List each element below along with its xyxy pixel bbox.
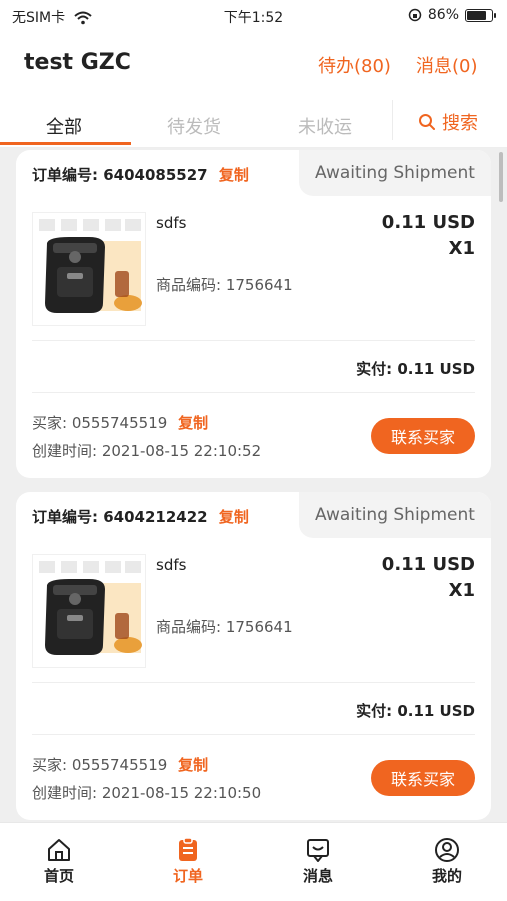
tab-not-received[interactable]: 未收运	[298, 113, 352, 139]
product-image[interactable]	[32, 554, 146, 668]
tab-all[interactable]: 全部	[46, 113, 82, 139]
tab-active-indicator	[0, 142, 131, 145]
search-icon	[419, 114, 435, 130]
copy-buyer-button[interactable]: 复制	[178, 414, 208, 432]
bottom-nav: 首页 订单 消息 我的	[0, 822, 507, 901]
buyer-info: 买家: 0555745519 复制	[32, 412, 208, 433]
search-label: 搜索	[442, 113, 478, 134]
product-quantity: X1	[448, 580, 475, 601]
order-number-value: 6404085527	[103, 166, 208, 184]
buyer-label: 买家:	[32, 756, 68, 774]
product-name: sdfs	[156, 556, 187, 574]
order-number-label: 订单编号:	[32, 508, 98, 526]
order-icon	[179, 837, 197, 861]
tab-awaiting-shipment[interactable]: 待发货	[167, 113, 221, 139]
product-code: 商品编码: 1756641	[156, 618, 293, 636]
paid-amount: 实付: 0.11 USD	[356, 358, 475, 379]
buyer-id: 0555745519	[71, 756, 168, 774]
created-time: 创建时间: 2021-08-15 22:10:52	[32, 442, 262, 460]
messages-button[interactable]: 消息(0)	[416, 52, 478, 78]
order-number: 订单编号: 6404212422 复制	[32, 506, 249, 527]
copy-order-button[interactable]: 复制	[219, 508, 249, 526]
status-right: 86%	[408, 7, 496, 23]
nav-messages[interactable]: 消息	[283, 837, 353, 886]
product-price: 0.11 USD	[381, 212, 475, 233]
divider	[32, 340, 475, 341]
divider	[32, 734, 475, 735]
contact-buyer-button[interactable]: 联系买家	[371, 760, 475, 796]
air-fryer-image	[33, 213, 145, 325]
status-badge: Awaiting Shipment	[299, 492, 491, 538]
page-title: test GZC	[24, 50, 131, 75]
copy-order-button[interactable]: 复制	[219, 166, 249, 184]
paid-value: 0.11 USD	[397, 360, 475, 378]
order-list[interactable]: 订单编号: 6404085527 复制 Awaiting Shipment sd…	[0, 148, 507, 822]
paid-label: 实付:	[356, 702, 393, 720]
app-header: test GZC 待办(80) 消息(0)	[0, 30, 507, 95]
buyer-label: 买家:	[32, 414, 68, 432]
product-image[interactable]	[32, 212, 146, 326]
nav-orders-label: 订单	[172, 867, 203, 885]
paid-label: 实付:	[356, 360, 393, 378]
paid-value: 0.11 USD	[397, 702, 475, 720]
nav-home[interactable]: 首页	[24, 837, 94, 886]
product-code: 商品编码: 1756641	[156, 276, 293, 294]
buyer-info: 买家: 0555745519 复制	[32, 754, 208, 775]
tab-divider	[392, 100, 393, 140]
todo-button[interactable]: 待办(80)	[318, 52, 391, 78]
nav-profile-label: 我的	[431, 867, 462, 885]
nav-home-label: 首页	[43, 867, 74, 885]
status-badge: Awaiting Shipment	[299, 150, 491, 196]
scrollbar[interactable]	[499, 152, 503, 202]
message-icon	[307, 839, 329, 862]
tab-bar: 全部 待发货 未收运 搜索	[0, 95, 507, 148]
lock-rotation-icon	[408, 8, 422, 22]
air-fryer-image	[33, 555, 145, 667]
order-card[interactable]: 订单编号: 6404212422 复制 Awaiting Shipment sd…	[16, 492, 491, 820]
product-price: 0.11 USD	[381, 554, 475, 575]
copy-buyer-button[interactable]: 复制	[178, 756, 208, 774]
profile-icon	[435, 838, 459, 862]
search-button[interactable]: 搜索	[418, 109, 478, 135]
product-name: sdfs	[156, 214, 187, 232]
product-quantity: X1	[448, 238, 475, 259]
home-icon	[48, 839, 70, 861]
created-time: 创建时间: 2021-08-15 22:10:50	[32, 784, 262, 802]
contact-buyer-button[interactable]: 联系买家	[371, 418, 475, 454]
order-number-label: 订单编号:	[32, 166, 98, 184]
divider	[32, 682, 475, 683]
battery-icon	[465, 8, 496, 22]
order-number: 订单编号: 6404085527 复制	[32, 164, 249, 185]
nav-profile[interactable]: 我的	[412, 837, 482, 886]
paid-amount: 实付: 0.11 USD	[356, 700, 475, 721]
status-bar: 无SIM卡 下午1:52 86%	[0, 0, 507, 30]
divider	[32, 392, 475, 393]
buyer-id: 0555745519	[71, 414, 168, 432]
order-number-value: 6404212422	[103, 508, 208, 526]
order-card[interactable]: 订单编号: 6404085527 复制 Awaiting Shipment sd…	[16, 150, 491, 478]
battery-percent: 86%	[427, 7, 459, 23]
nav-messages-label: 消息	[302, 867, 333, 885]
nav-orders[interactable]: 订单	[153, 837, 223, 886]
